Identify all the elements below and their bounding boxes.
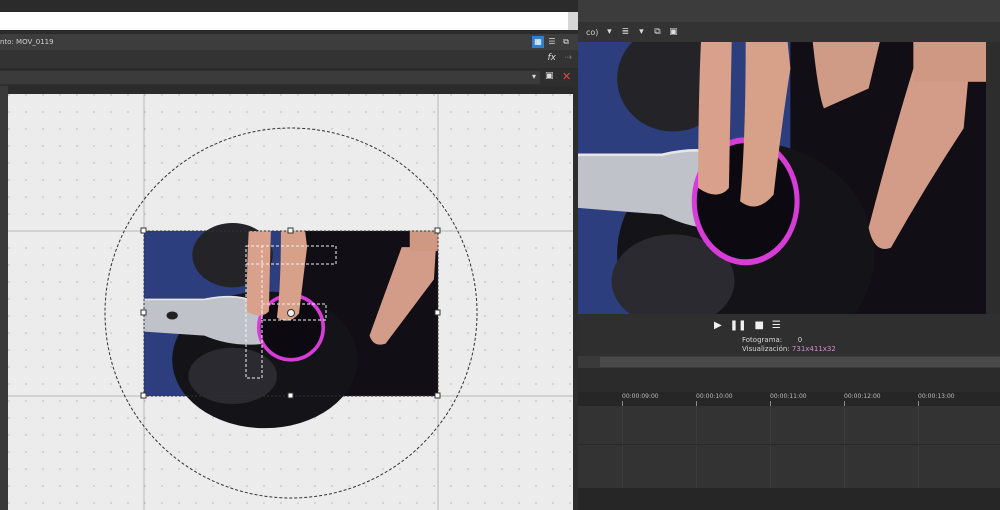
ruler-tick-label: 00:00:11:00: [770, 393, 807, 400]
workspace-canvas[interactable]: [8, 94, 573, 510]
delete-preset-icon[interactable]: ✕: [562, 70, 571, 83]
titlebar-edge: [568, 12, 578, 30]
window-titlebar[interactable]: [0, 12, 578, 30]
copy-snapshot-icon[interactable]: ⧉: [652, 27, 662, 37]
pan-crop-window: nto: MOV_0119 ▦ ☰ ⧉ fx ⇢ ▾ ▣ ✕: [0, 0, 578, 510]
preset-dropdown[interactable]: ▾: [0, 71, 540, 84]
ruler-tick-label: 00:00:09:00: [622, 393, 659, 400]
play-button[interactable]: ▶: [714, 320, 722, 331]
ruler-tick-label: 00:00:10:00: [696, 393, 733, 400]
copy-icon[interactable]: ⧉: [560, 36, 572, 48]
preview-quality-label[interactable]: co): [586, 28, 598, 37]
media-name-label: nto: MOV_0119: [0, 38, 54, 46]
pan-crop-workspace[interactable]: [8, 94, 573, 510]
media-info-row: nto: MOV_0119 ▦ ☰ ⧉: [0, 34, 578, 50]
overlay-menu-icon[interactable]: ≣: [620, 27, 630, 37]
timeline-header-gap: [578, 368, 1000, 392]
timeline-ruler[interactable]: 00:00:09:00 00:00:10:00 00:00:11:00 00:0…: [578, 392, 1000, 407]
preview-scrollbar[interactable]: [986, 42, 1000, 314]
ruler-tick-label: 00:00:12:00: [844, 393, 881, 400]
effects-row: fx ⇢: [0, 50, 578, 68]
save-preset-icon[interactable]: ▣: [545, 71, 554, 81]
chevron-down-icon[interactable]: ▾: [636, 27, 646, 37]
transport-menu-button[interactable]: ☰: [772, 320, 781, 331]
preview-frame-image: [578, 42, 986, 314]
chevron-down-icon[interactable]: ▾: [604, 27, 614, 37]
preset-row: ▾ ▣ ✕: [0, 70, 578, 86]
display-label: Visualización:: [742, 345, 790, 353]
chevron-down-icon: ▾: [531, 72, 536, 81]
grid-line: [622, 406, 623, 488]
status-strip: [578, 488, 1000, 510]
fx-chain-icon: ⇢: [564, 53, 572, 63]
workspace-scrollbar[interactable]: [573, 86, 578, 510]
grid-line: [918, 406, 919, 488]
track-separator: [578, 444, 1000, 445]
transport-panel: ▶ ❚❚ ■ ☰ Fotograma: 0 Visualización: 731…: [578, 314, 1000, 356]
fx-button[interactable]: fx: [548, 53, 557, 63]
list-icon[interactable]: ☰: [546, 36, 558, 48]
preview-toolbar: co) ▾ ≣ ▾ ⧉ ▣: [578, 22, 1000, 42]
preview-info: Fotograma: 0 Visualización: 731x411x32: [742, 336, 836, 354]
pause-button[interactable]: ❚❚: [730, 320, 747, 331]
timeline-tracks[interactable]: [578, 406, 1000, 488]
frame-value: 0: [797, 336, 803, 344]
display-value: 731x411x32: [791, 345, 836, 353]
grid-line: [844, 406, 845, 488]
timeline-scroll-thumb[interactable]: [600, 357, 1000, 367]
grid-icon[interactable]: ▦: [532, 36, 544, 48]
ruler-tick-label: 00:00:13:00: [918, 393, 955, 400]
frame-label: Fotograma:: [742, 336, 783, 344]
grid-line: [696, 406, 697, 488]
save-snapshot-icon[interactable]: ▣: [668, 27, 678, 37]
grid-line: [770, 406, 771, 488]
video-preview: [578, 42, 986, 314]
keyframe-panel-edge: [0, 86, 8, 510]
stop-button[interactable]: ■: [754, 320, 763, 331]
